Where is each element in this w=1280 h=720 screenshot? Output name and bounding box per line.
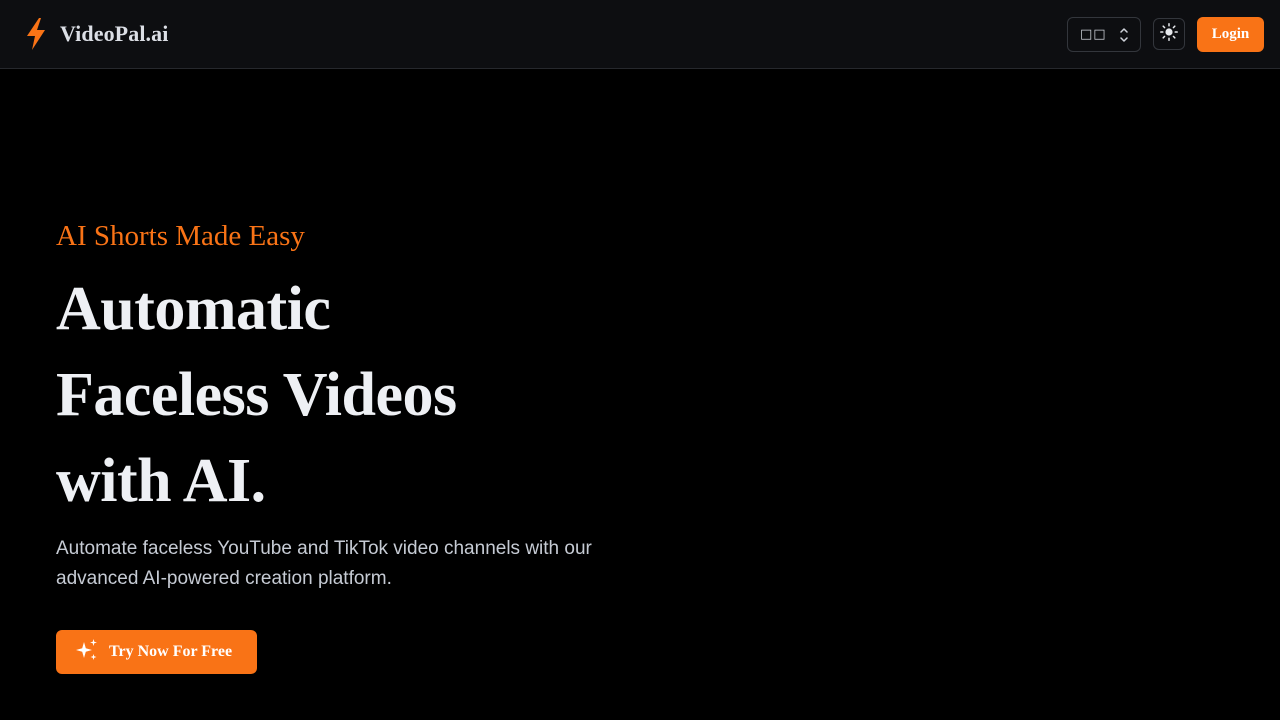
sun-icon [1160,22,1178,46]
hero-subtitle: Automate faceless YouTube and TikTok vid… [56,534,616,594]
hero-subtitle-line: advanced AI-powered creation platform. [56,568,392,589]
theme-toggle-button[interactable] [1153,18,1185,50]
brand-home-link[interactable]: VideoPal.ai [26,18,168,50]
try-now-button-label: Try Now For Free [109,643,233,660]
lightning-bolt-icon [26,18,46,50]
try-now-button[interactable]: Try Now For Free [56,630,257,674]
top-navbar: VideoPal.ai □□ Login [0,0,1280,69]
chevron-up-down-icon [1120,27,1128,48]
login-button[interactable]: Login [1197,17,1264,52]
language-select-value: □□ [1080,27,1107,42]
hero-headline-line: Faceless Videos [56,361,457,429]
brand-name: VideoPal.ai [60,21,169,46]
sparkles-icon [75,638,99,667]
hero-headline-line: Automatic [56,275,331,343]
hero-eyebrow: AI Shorts Made Easy [56,220,305,252]
hero-headline-line: with AI. [56,447,266,515]
language-select[interactable]: □□ [1067,17,1141,52]
hero-headline: Automatic Faceless Videos with AI. [56,266,676,524]
hero-section: AI Shorts Made Easy Automatic Faceless V… [56,214,676,594]
hero-subtitle-line: Automate faceless YouTube and TikTok vid… [56,538,592,559]
